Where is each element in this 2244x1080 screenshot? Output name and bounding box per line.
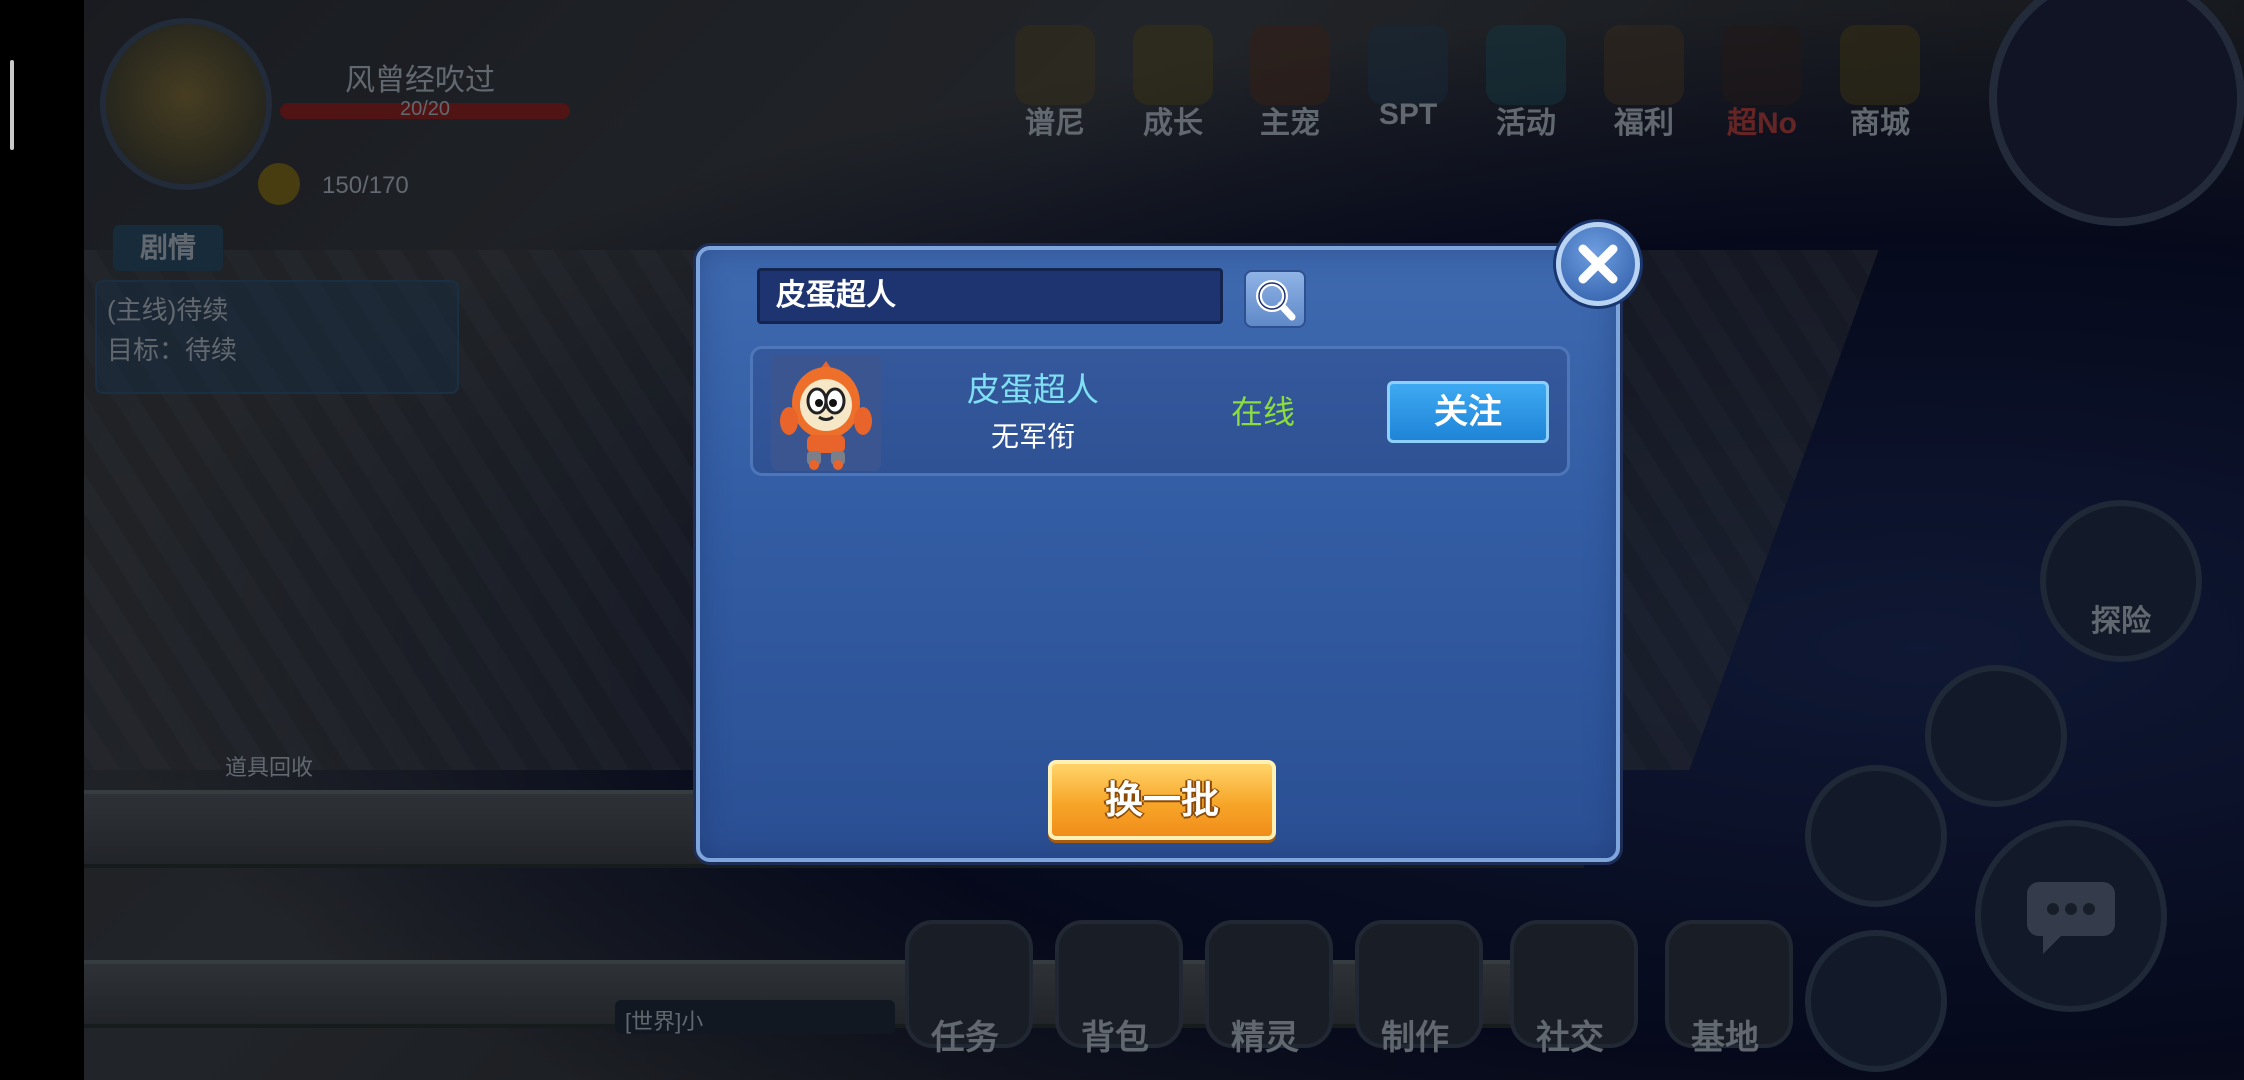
search-button[interactable]	[1244, 270, 1306, 328]
refresh-button[interactable]: 换一批	[1048, 760, 1276, 840]
system-bar	[0, 0, 84, 1080]
close-button[interactable]	[1556, 222, 1640, 306]
close-icon	[1578, 244, 1618, 284]
result-name: 皮蛋超人	[967, 370, 1099, 409]
result-row[interactable]: 皮蛋超人 无军衔 在线 关注	[750, 346, 1570, 476]
search-dialog: 皮蛋超人 皮蛋超人 无军衔 在线 关注 换一批	[696, 246, 1620, 862]
superhero-avatar-icon	[771, 355, 881, 471]
edge-handle[interactable]	[10, 60, 14, 150]
search-input[interactable]: 皮蛋超人	[757, 268, 1223, 324]
online-status: 在线	[1230, 393, 1295, 431]
result-rank: 无军衔	[990, 420, 1075, 453]
follow-button[interactable]: 关注	[1387, 381, 1549, 443]
search-icon	[1256, 280, 1296, 321]
result-avatar	[771, 355, 881, 471]
